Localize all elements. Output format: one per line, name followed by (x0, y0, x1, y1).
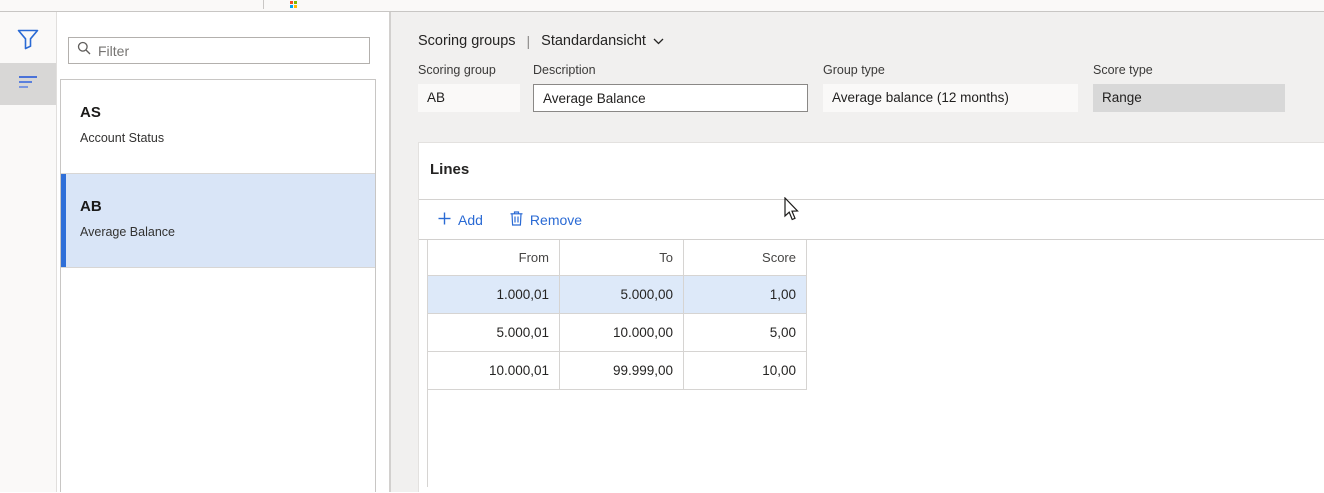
field-description: Description Average Balance (533, 63, 808, 112)
list-lines-icon (18, 75, 38, 94)
record-description: Account Status (80, 131, 165, 145)
field-label: Scoring group (418, 63, 496, 77)
page-header: Scoring groups | Standardansicht (418, 33, 1324, 49)
cell-score[interactable]: 10,00 (684, 352, 807, 390)
header-separator: | (526, 33, 531, 49)
filter-box (68, 37, 370, 64)
field-group-type: Group type Average balance (12 months) (823, 63, 1078, 112)
cell-to[interactable]: 99.999,00 (560, 352, 684, 390)
field-scoring-group: Scoring group AB (418, 63, 520, 112)
view-selector[interactable]: Standardansicht (541, 33, 664, 49)
lines-card-header: Lines (419, 143, 1324, 200)
field-label: Description (533, 63, 596, 77)
group-type-value[interactable]: Average balance (12 months) (823, 84, 1078, 112)
cell-score[interactable]: 5,00 (684, 314, 807, 352)
lines-toolbar: Add Remove (419, 200, 1324, 240)
grid-body: 1.000,01 5.000,00 1,00 5.000,01 10.000,0… (427, 276, 807, 390)
table-row[interactable]: 1.000,01 5.000,00 1,00 (427, 276, 807, 314)
add-button-label: Add (458, 211, 483, 228)
table-row[interactable]: 10.000,01 99.999,00 10,00 (427, 352, 807, 390)
lines-section: Lines Add Remove From To Score 1.000,01 … (418, 142, 1324, 492)
column-header-from[interactable]: From (427, 240, 560, 276)
remove-button-label: Remove (529, 211, 583, 228)
filter-input[interactable] (98, 42, 361, 59)
record-code: AB (80, 198, 102, 215)
add-button[interactable]: Add (438, 212, 483, 228)
remove-button[interactable]: Remove (510, 210, 583, 229)
view-name: Standardansicht (541, 33, 646, 49)
cell-score[interactable]: 1,00 (684, 276, 807, 314)
record-code: AS (80, 104, 101, 121)
page-title: Scoring groups (418, 33, 516, 49)
main-content: Scoring groups | Standardansicht Scoring… (391, 12, 1324, 492)
scoring-group-value[interactable]: AB (418, 84, 520, 112)
strip-divider (263, 0, 264, 9)
record-list-panel: AS Account Status AB Average Balance (57, 12, 389, 492)
cell-to[interactable]: 10.000,00 (560, 314, 684, 352)
score-type-value: Range (1093, 84, 1285, 112)
cell-to[interactable]: 5.000,00 (560, 276, 684, 314)
record-list: AS Account Status AB Average Balance (60, 79, 376, 492)
cell-from[interactable]: 1.000,01 (427, 276, 560, 314)
list-item-ab[interactable]: AB Average Balance (61, 174, 375, 268)
field-label: Score type (1093, 63, 1153, 77)
cell-from[interactable]: 10.000,01 (427, 352, 560, 390)
table-row[interactable]: 5.000,01 10.000,00 5,00 (427, 314, 807, 352)
section-title: Lines (430, 161, 470, 178)
left-rail (0, 12, 57, 492)
cell-from[interactable]: 5.000,01 (427, 314, 560, 352)
browser-strip (0, 0, 1324, 12)
field-label: Group type (823, 63, 885, 77)
record-description: Average Balance (80, 225, 175, 239)
field-score-type: Score type Range (1093, 63, 1285, 112)
column-header-to[interactable]: To (560, 240, 684, 276)
grid-header-row: From To Score (427, 240, 807, 276)
chevron-down-icon (653, 33, 664, 49)
trash-icon (510, 210, 523, 229)
list-item-as[interactable]: AS Account Status (61, 80, 375, 174)
column-header-score[interactable]: Score (684, 240, 807, 276)
app-shell: AS Account Status AB Average Balance Sco… (0, 12, 1324, 492)
lines-grid: From To Score 1.000,01 5.000,00 1,00 5.0… (427, 240, 807, 487)
rail-list-button[interactable] (0, 63, 56, 105)
description-input[interactable]: Average Balance (533, 84, 808, 112)
microsoft-logo-icon (290, 1, 297, 8)
grid-empty-area (427, 390, 807, 487)
search-icon (77, 41, 91, 60)
plus-icon (438, 212, 451, 228)
filter-funnel-icon (17, 29, 39, 55)
detail-fields: Scoring group AB Description Average Bal… (418, 63, 1324, 118)
rail-filter-button[interactable] (0, 21, 56, 63)
